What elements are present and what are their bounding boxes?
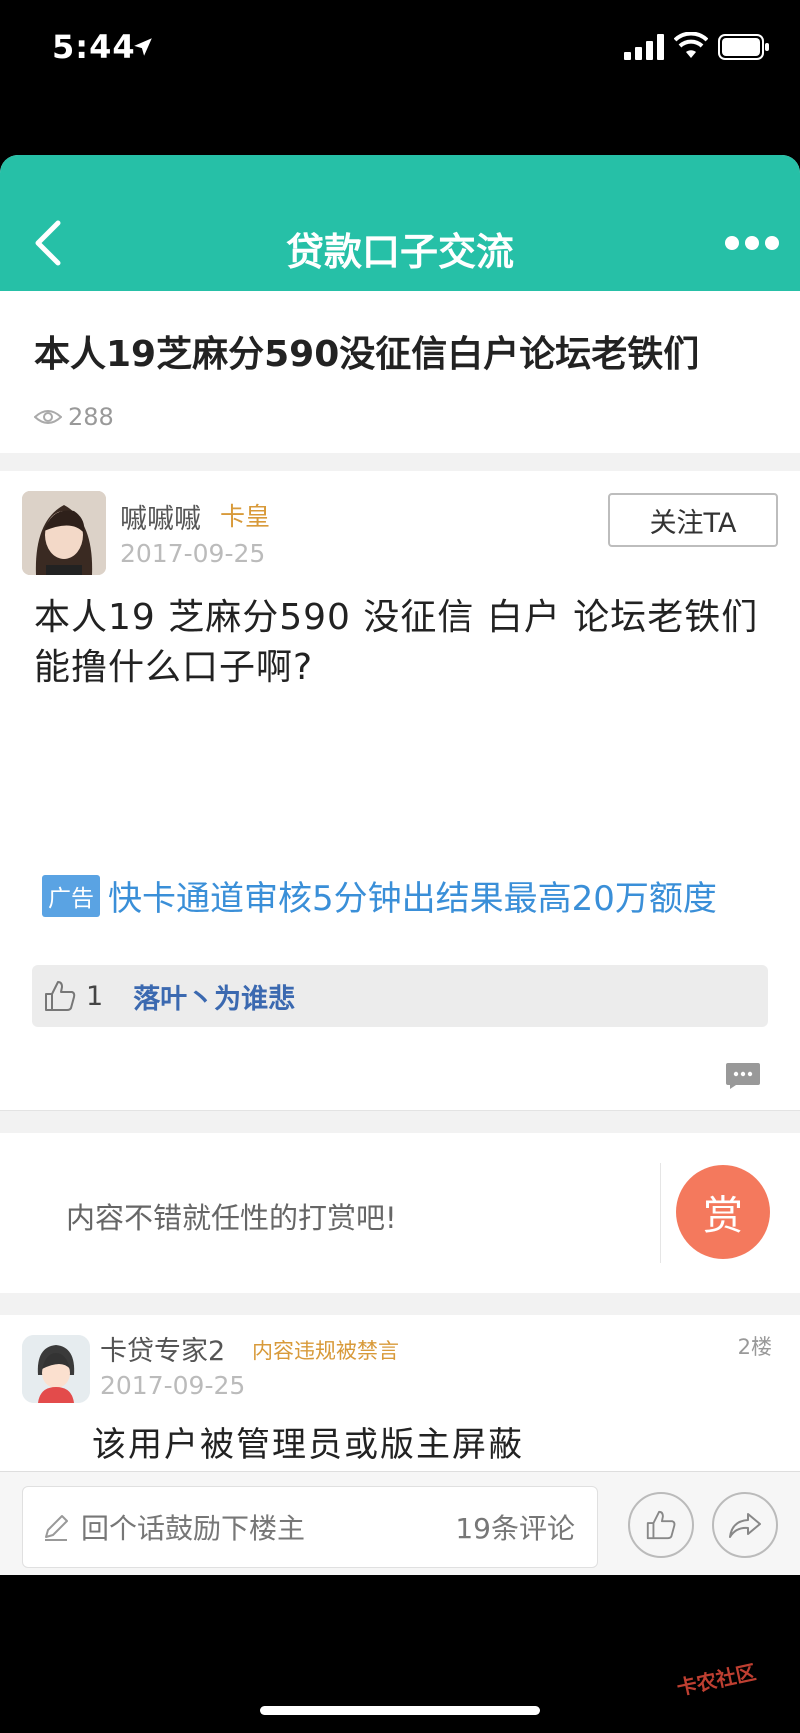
author-name[interactable]: 嘁嘁嘁 <box>120 497 201 536</box>
app-screen: 贷款口子交流 本人19芝麻分590没征信白户论坛老铁们 288 嘁嘁嘁 卡皇 2… <box>0 155 800 1575</box>
comment-count[interactable]: 19条评论 <box>455 1507 575 1547</box>
location-arrow-icon <box>134 38 152 56</box>
like-count: 1 <box>86 980 104 1012</box>
reply-avatar-image <box>22 1335 90 1403</box>
status-time: 5:44 <box>52 28 136 66</box>
signal-icon <box>624 34 664 60</box>
thumbs-up-icon[interactable] <box>42 978 78 1014</box>
page-title: 贷款口子交流 <box>285 230 514 274</box>
post-title: 本人19芝麻分590没征信白户论坛老铁们 <box>34 334 700 375</box>
divider <box>660 1163 661 1263</box>
home-indicator[interactable] <box>260 1706 540 1715</box>
share-icon <box>729 1513 761 1538</box>
like-button[interactable] <box>628 1492 694 1558</box>
pencil-icon <box>45 1515 68 1541</box>
more-icon[interactable] <box>724 234 780 252</box>
post-body: 本人19 芝麻分590 没征信 白户 论坛老铁们 能撸什么口子啊? <box>34 597 759 688</box>
reply-avatar[interactable] <box>22 1335 90 1403</box>
eye-icon <box>34 410 62 424</box>
nav-bar: 贷款口子交流 <box>0 155 800 291</box>
view-count: 288 <box>34 403 114 431</box>
battery-icon <box>718 34 769 60</box>
ad-tag: 广告 <box>42 874 100 917</box>
reward-button[interactable]: 赏 <box>676 1165 770 1259</box>
reply-item: 卡贷专家2 内容违规被禁言 2楼 2017-09-25 该用户被管理员或版主屏蔽 <box>0 1315 800 1475</box>
ad-link[interactable]: 快卡通道审核5分钟出结果最高20万额度 <box>108 871 717 920</box>
reward-prompt: 内容不错就任性的打赏吧! <box>66 1201 397 1235</box>
view-count-value: 288 <box>68 403 114 431</box>
post-title-card: 本人19芝麻分590没征信白户论坛老铁们 288 <box>0 291 800 453</box>
ad-banner[interactable]: 广告 快卡通道审核5分钟出结果最高20万额度 <box>42 871 717 920</box>
bottom-toolbar: 回个话鼓励下楼主 19条评论 <box>0 1471 800 1575</box>
likes-bar: 1 落叶丶为谁悲 <box>32 965 768 1027</box>
reply-floor: 2楼 <box>737 1335 772 1359</box>
reply-author[interactable]: 卡贷专家2 <box>100 1329 225 1368</box>
watermark: 卡农社区 <box>674 1659 758 1701</box>
author-badge: 卡皇 <box>220 502 271 531</box>
author-avatar[interactable] <box>22 491 106 575</box>
wifi-icon <box>674 32 708 58</box>
reply-body: 该用户被管理员或版主屏蔽 <box>92 1425 524 1465</box>
share-button[interactable] <box>712 1492 778 1558</box>
comment-placeholder: 回个话鼓励下楼主 <box>81 1512 306 1545</box>
thumbs-up-icon <box>646 1510 676 1540</box>
comment-input[interactable]: 回个话鼓励下楼主 19条评论 <box>22 1486 598 1568</box>
post-card: 嘁嘁嘁 卡皇 2017-09-25 关注TA 本人19 芝麻分590 没征信 白… <box>0 471 800 1111</box>
reply-date: 2017-09-25 <box>100 1371 246 1400</box>
comment-icon[interactable] <box>724 1061 762 1089</box>
reply-badge: 内容违规被禁言 <box>252 1339 399 1363</box>
status-bar: 5:44 <box>0 0 800 110</box>
post-date: 2017-09-25 <box>120 539 266 568</box>
like-user[interactable]: 落叶丶为谁悲 <box>133 977 295 1016</box>
reward-card: 内容不错就任性的打赏吧! 赏 <box>0 1133 800 1293</box>
follow-button[interactable]: 关注TA <box>608 493 778 547</box>
avatar-image <box>22 491 106 575</box>
